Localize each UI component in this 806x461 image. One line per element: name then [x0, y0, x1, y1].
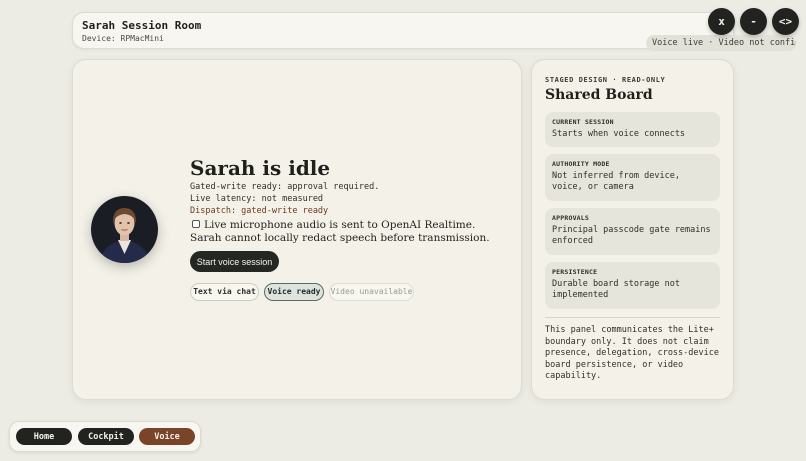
persistence-box: PERSISTENCE Durable board storage not im… [545, 262, 720, 309]
nav-voice-button[interactable]: Voice [139, 428, 195, 445]
video-unavailable-chip: Video unavailable [329, 283, 414, 301]
start-voice-session-button[interactable]: Start voice session [190, 251, 279, 272]
current-session-box: CURRENT SESSION Starts when voice connec… [545, 112, 720, 147]
voice-ready-chip[interactable]: Voice ready [264, 283, 324, 301]
nav-home-button[interactable]: Home [16, 428, 72, 445]
section-value: Principal passcode gate remains enforced [552, 225, 711, 246]
approvals-box: APPROVALS Principal passcode gate remain… [545, 208, 720, 255]
panel-eyebrow: STAGED DESIGN · READ-ONLY [545, 76, 666, 84]
latency-status: Live latency: not measured [190, 194, 324, 204]
status-badge: Voice live · Video not configured [646, 35, 796, 51]
nav-cockpit-button[interactable]: Cockpit [78, 428, 134, 445]
section-label: PERSISTENCE [552, 268, 598, 276]
minimize-button[interactable]: - [740, 8, 767, 35]
session-status-title: Sarah is idle [190, 156, 331, 180]
avatar [91, 196, 158, 263]
page-title: Sarah Session Room [82, 19, 202, 32]
consent-checkbox[interactable] [192, 220, 200, 228]
gated-write-status: Gated-write ready: approval required. [190, 182, 380, 192]
dispatch-status: Dispatch: gated-write ready [190, 206, 329, 216]
panel-heading: Shared Board [545, 87, 653, 103]
authority-mode-box: AUTHORITY MODE Not inferred from device,… [545, 154, 720, 201]
close-button[interactable]: x [708, 8, 735, 35]
section-label: APPROVALS [552, 214, 590, 222]
audio-consent: Live microphone audio is sent to OpenAI … [190, 219, 510, 245]
session-header: Sarah Session Room Device: RPMacMini Voi… [72, 12, 796, 51]
section-value: Not inferred from device, voice, or came… [552, 171, 680, 192]
section-label: CURRENT SESSION [552, 118, 614, 126]
session-card: Sarah is idle Gated-write ready: approva… [72, 59, 522, 400]
person-portrait-icon [91, 196, 158, 263]
expand-button[interactable]: <> [772, 8, 799, 35]
section-label: AUTHORITY MODE [552, 160, 610, 168]
section-value: Starts when voice connects [552, 129, 686, 139]
panel-note: This panel communicates the Lite+ bounda… [545, 325, 719, 381]
consent-text: Live microphone audio is sent to OpenAI … [190, 219, 490, 244]
text-via-chat-chip[interactable]: Text via chat [190, 283, 259, 301]
bottom-nav: Home Cockpit Voice [9, 421, 201, 452]
device-label: Device: RPMacMini [82, 34, 164, 43]
panel-divider [545, 317, 720, 318]
section-value: Durable board storage not implemented [552, 279, 680, 300]
shared-board-panel: STAGED DESIGN · READ-ONLY Shared Board C… [531, 59, 734, 400]
